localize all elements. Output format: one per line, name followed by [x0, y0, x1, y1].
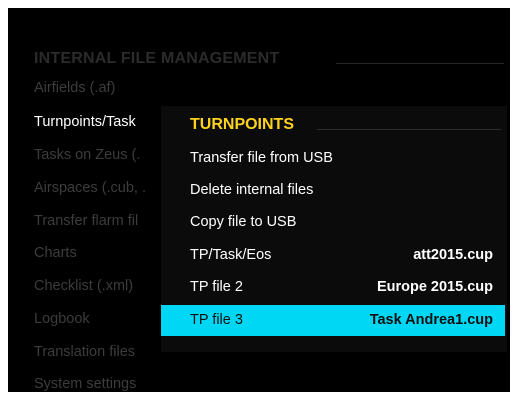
menu-item-airspaces[interactable]: Airspaces (.cub, . [34, 180, 146, 196]
popup-title: TURNPOINTS [190, 116, 294, 133]
popup-item-label: Delete internal files [190, 182, 314, 198]
popup-item-transfer-from-usb[interactable]: Transfer file from USB [161, 143, 505, 174]
popup-item-label: Copy file to USB [190, 214, 297, 230]
menu-item-transfer-flarm[interactable]: Transfer flarm fil [34, 213, 138, 229]
popup-item-tp-file-2[interactable]: TP file 2 Europe 2015.cup [161, 272, 505, 303]
popup-item-label: TP file 2 [190, 279, 243, 295]
popup-item-value: att2015.cup [413, 247, 493, 263]
popup-item-value: Europe 2015.cup [376, 279, 493, 295]
title-divider [336, 63, 504, 64]
popup-item-label: Transfer file from USB [190, 150, 333, 166]
popup-item-delete-internal[interactable]: Delete internal files [161, 175, 505, 206]
menu-item-turnpoints-task[interactable]: Turnpoints/Task [34, 114, 136, 130]
menu-item-airfields[interactable]: Airfields (.af) [34, 80, 115, 96]
popup-item-tp-file-3[interactable]: TP file 3 Task Andrea1.cup [161, 305, 505, 336]
menu-title: INTERNAL FILE MANAGEMENT [34, 50, 280, 67]
device-screen: INTERNAL FILE MANAGEMENT Airfields (.af)… [8, 8, 510, 392]
popup-item-label: TP/Task/Eos [190, 247, 272, 263]
popup-title-divider [317, 129, 501, 130]
popup-item-tp-task-eos[interactable]: TP/Task/Eos att2015.cup [161, 240, 505, 271]
popup-item-label: TP file 3 [190, 312, 243, 328]
menu-item-logbook[interactable]: Logbook [34, 311, 90, 327]
turnpoints-popup: TURNPOINTS Transfer file from USB Delete… [161, 106, 507, 352]
menu-item-tasks-on-zeus[interactable]: Tasks on Zeus (. [34, 147, 140, 163]
menu-item-charts[interactable]: Charts [34, 245, 77, 261]
popup-item-copy-to-usb[interactable]: Copy file to USB [161, 207, 505, 238]
popup-item-value: Task Andrea1.cup [369, 312, 493, 328]
menu-item-checklist[interactable]: Checklist (.xml) [34, 278, 133, 294]
menu-item-translation-files[interactable]: Translation files [34, 344, 135, 360]
menu-item-system-settings[interactable]: System settings [34, 376, 136, 392]
